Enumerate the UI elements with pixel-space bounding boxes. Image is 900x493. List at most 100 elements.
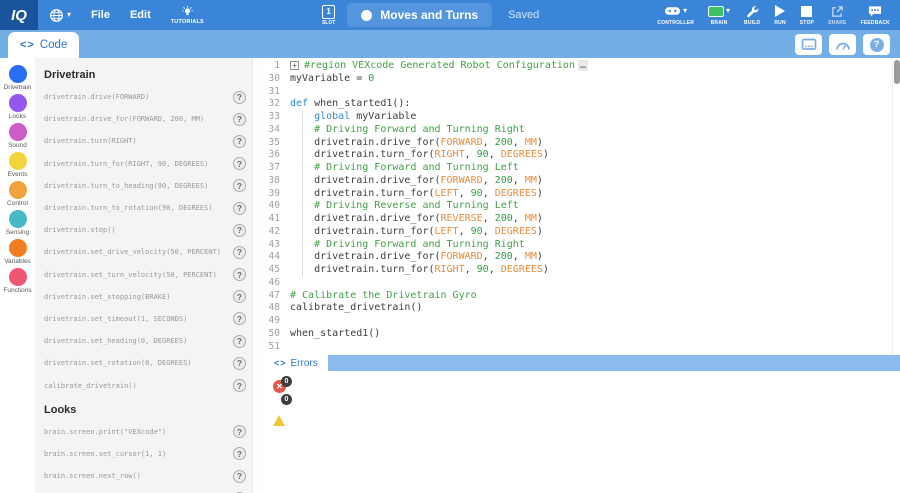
command-help-button[interactable]: ?	[233, 268, 246, 281]
command-item[interactable]: drivetrain.turn_to_rotation(90, DEGREES)…	[35, 197, 252, 219]
sound-category-icon[interactable]	[9, 123, 27, 141]
command-section-title: Looks	[35, 397, 252, 421]
command-help-button[interactable]: ?	[233, 357, 246, 370]
code-line[interactable]: 46	[264, 277, 892, 290]
fold-toggle-icon[interactable]: +	[290, 61, 299, 70]
sidebar-item-sensing[interactable]: Sensing	[0, 210, 35, 237]
command-item[interactable]: drivetrain.set_stopping(BRAKE)?	[35, 286, 252, 308]
command-item[interactable]: drivetrain.stop()?	[35, 219, 252, 241]
command-item[interactable]: brain.screen.set_cursor(1, 1)?	[35, 443, 252, 465]
command-item[interactable]: calibrate_drivetrain()?	[35, 374, 252, 396]
command-item[interactable]: drivetrain.drive_for(FORWARD, 200, MM)?	[35, 108, 252, 130]
code-editor[interactable]: 1+#region VEXcode Generated Robot Config…	[264, 58, 892, 355]
control-category-icon[interactable]	[9, 181, 27, 199]
controller-button[interactable]: ▾ CONTROLLER	[657, 0, 694, 30]
command-item[interactable]: drivetrain.turn_to_heading(90, DEGREES)?	[35, 175, 252, 197]
command-help-button[interactable]: ?	[233, 224, 246, 237]
sidebar-item-drivetrain[interactable]: Drivetrain	[0, 65, 35, 92]
feedback-button[interactable]: FEEDBACK	[861, 0, 890, 30]
code-line[interactable]: 50when_started1()	[264, 328, 892, 341]
command-item[interactable]: brain.screen.clear_screen()?	[35, 487, 252, 493]
command-help-button[interactable]: ?	[233, 290, 246, 303]
tab-errors[interactable]: <> Errors	[264, 355, 328, 371]
sidebar-item-events[interactable]: Events	[0, 152, 35, 179]
code-line[interactable]: 49	[264, 315, 892, 328]
share-button[interactable]: SHARE	[828, 0, 847, 30]
code-line[interactable]: 35 drivetrain.drive_for(FORWARD, 200, MM…	[264, 137, 892, 150]
code-line[interactable]: 44 drivetrain.drive_for(FORWARD, 200, MM…	[264, 251, 892, 264]
code-line[interactable]: 40 # Driving Reverse and Turning Left	[264, 200, 892, 213]
variables-category-icon[interactable]	[9, 239, 27, 257]
file-menu[interactable]: File	[91, 0, 110, 30]
edit-menu[interactable]: Edit	[130, 0, 151, 30]
command-item[interactable]: drivetrain.set_turn_velocity(50, PERCENT…	[35, 264, 252, 286]
command-item[interactable]: drivetrain.turn(RIGHT)?	[35, 130, 252, 152]
stop-button[interactable]: STOP	[800, 0, 814, 30]
command-item[interactable]: drivetrain.set_rotation(0, DEGREES)?	[35, 352, 252, 374]
line-number: 51	[264, 341, 290, 354]
command-list-scrollbar[interactable]	[252, 58, 264, 493]
command-help-button[interactable]: ?	[233, 179, 246, 192]
sidebar-item-variables[interactable]: Variables	[0, 239, 35, 266]
command-item[interactable]: drivetrain.drive(FORWARD)?	[35, 86, 252, 108]
code-line[interactable]: 41 drivetrain.drive_for(REVERSE, 200, MM…	[264, 213, 892, 226]
sidebar-item-sound[interactable]: Sound	[0, 123, 35, 150]
code-line[interactable]: 36 drivetrain.turn_for(RIGHT, 90, DEGREE…	[264, 149, 892, 162]
command-help-button[interactable]: ?	[233, 91, 246, 104]
code-line[interactable]: 34 # Driving Forward and Turning Right	[264, 124, 892, 137]
brain-button[interactable]: ▾ BRAIN	[708, 0, 730, 30]
command-help-button[interactable]: ?	[233, 379, 246, 392]
code-line[interactable]: 1+#region VEXcode Generated Robot Config…	[264, 60, 892, 73]
run-button[interactable]: RUN	[774, 0, 785, 30]
command-text: drivetrain.turn_to_rotation(90, DEGREES)	[44, 204, 233, 212]
command-item[interactable]: brain.screen.print("VEXcode")?	[35, 421, 252, 443]
command-help-button[interactable]: ?	[233, 135, 246, 148]
command-help-button[interactable]: ?	[233, 157, 246, 170]
project-name-button[interactable]: Moves and Turns	[347, 3, 492, 27]
sidebar-item-looks[interactable]: Looks	[0, 94, 35, 121]
code-line[interactable]: 39 drivetrain.turn_for(LEFT, 90, DEGREES…	[264, 188, 892, 201]
code-line[interactable]: 43 # Driving Forward and Turning Right	[264, 239, 892, 252]
drivetrain-category-icon[interactable]	[9, 65, 27, 83]
code-line[interactable]: 31	[264, 86, 892, 99]
slot-button[interactable]: 1 SLOT	[322, 0, 335, 30]
command-help-button[interactable]: ?	[233, 425, 246, 438]
command-help-button[interactable]: ?	[233, 113, 246, 126]
code-line[interactable]: 33 global myVariable	[264, 111, 892, 124]
command-help-button[interactable]: ?	[233, 447, 246, 460]
sensing-category-icon[interactable]	[9, 210, 27, 228]
command-help-button[interactable]: ?	[233, 312, 246, 325]
tab-code[interactable]: <> Code	[8, 32, 79, 58]
code-line[interactable]: 30myVariable = 0	[264, 73, 892, 86]
command-help-button[interactable]: ?	[233, 470, 246, 483]
code-line[interactable]: 38 drivetrain.drive_for(FORWARD, 200, MM…	[264, 175, 892, 188]
build-button[interactable]: BUILD	[744, 0, 760, 30]
command-item[interactable]: drivetrain.set_heading(0, DEGREES)?	[35, 330, 252, 352]
dashboard-button[interactable]	[829, 34, 856, 55]
looks-category-icon[interactable]	[9, 94, 27, 112]
sidebar-item-control[interactable]: Control	[0, 181, 35, 208]
code-line[interactable]: 47# Calibrate the Drivetrain Gyro	[264, 290, 892, 303]
functions-category-icon[interactable]	[9, 268, 27, 286]
language-menu[interactable]: ▾	[49, 0, 71, 30]
command-help-button[interactable]: ?	[233, 246, 246, 259]
command-item[interactable]: drivetrain.set_drive_velocity(50, PERCEN…	[35, 241, 252, 263]
command-item[interactable]: drivetrain.turn_for(RIGHT, 90, DEGREES)?	[35, 153, 252, 175]
events-category-icon[interactable]	[9, 152, 27, 170]
code-line[interactable]: 37 # Driving Forward and Turning Left	[264, 162, 892, 175]
editor-scrollbar[interactable]	[892, 58, 900, 355]
help-button[interactable]: ?	[863, 34, 890, 55]
command-help-button[interactable]: ?	[233, 202, 246, 215]
code-line[interactable]: 51	[264, 341, 892, 354]
code-line[interactable]: 42 drivetrain.turn_for(LEFT, 90, DEGREES…	[264, 226, 892, 239]
tutorials-button[interactable]: TUTORIALS	[171, 0, 204, 30]
code-line[interactable]: 48calibrate_drivetrain()	[264, 302, 892, 315]
command-item[interactable]: brain.screen.next_row()?	[35, 465, 252, 487]
print-console-button[interactable]	[795, 34, 822, 55]
sidebar-item-functions[interactable]: Functions	[0, 268, 35, 295]
command-item[interactable]: drivetrain.set_timeout(1, SECONDS)?	[35, 308, 252, 330]
scrollbar-thumb[interactable]	[894, 60, 900, 84]
code-line[interactable]: 32def when_started1():	[264, 98, 892, 111]
command-help-button[interactable]: ?	[233, 335, 246, 348]
code-line[interactable]: 45 drivetrain.turn_for(RIGHT, 90, DEGREE…	[264, 264, 892, 277]
